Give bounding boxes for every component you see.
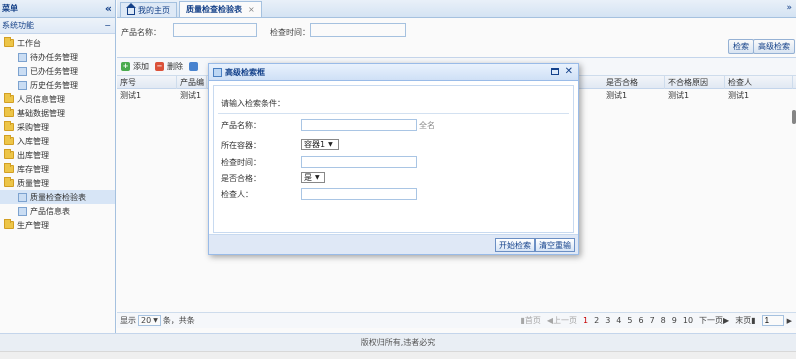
advanced-search-dialog: 高级检索框 ✕ 请输入检索条件： 产品名称： 全名 所在容器： 容器1 ▼ 检查… xyxy=(208,63,579,255)
modal-product-name-input[interactable] xyxy=(301,119,417,131)
qualified-label: 是否合格： xyxy=(221,174,261,183)
dialog-controls: ✕ xyxy=(545,66,573,77)
clear-button[interactable]: 清空重输 xyxy=(535,238,575,252)
window-icon xyxy=(213,67,222,77)
dialog-title: 高级检索框 xyxy=(225,67,265,77)
fullname-hint: 全名 xyxy=(419,121,435,130)
check-time-label: 检查时间： xyxy=(221,158,261,167)
qualified-value: 是 xyxy=(304,173,312,182)
dialog-footer: 开始检索 清空重输 xyxy=(209,234,578,254)
start-search-button[interactable]: 开始检索 xyxy=(495,238,535,252)
product-name-label: 产品名称： xyxy=(221,121,261,130)
dialog-body: 请输入检索条件： 产品名称： 全名 所在容器： 容器1 ▼ 检查时间： 是否合格… xyxy=(213,85,574,233)
modal-inspector-input[interactable] xyxy=(301,188,417,200)
qualified-select[interactable]: 是 ▼ xyxy=(301,172,325,183)
close-icon[interactable]: ✕ xyxy=(565,66,573,77)
chevron-down-icon: ▼ xyxy=(315,174,320,181)
dialog-header[interactable]: 高级检索框 ✕ xyxy=(209,64,578,81)
container-value: 容器1 xyxy=(304,140,326,149)
dialog-prompt: 请输入检索条件： xyxy=(221,99,285,108)
modal-check-time-input[interactable] xyxy=(301,156,417,168)
divider xyxy=(218,113,569,114)
container-select[interactable]: 容器1 ▼ xyxy=(301,139,339,150)
chevron-down-icon: ▼ xyxy=(328,141,333,148)
maximize-icon[interactable] xyxy=(550,68,559,75)
inspector-label: 检查人： xyxy=(221,190,253,199)
container-label: 所在容器： xyxy=(221,141,261,150)
